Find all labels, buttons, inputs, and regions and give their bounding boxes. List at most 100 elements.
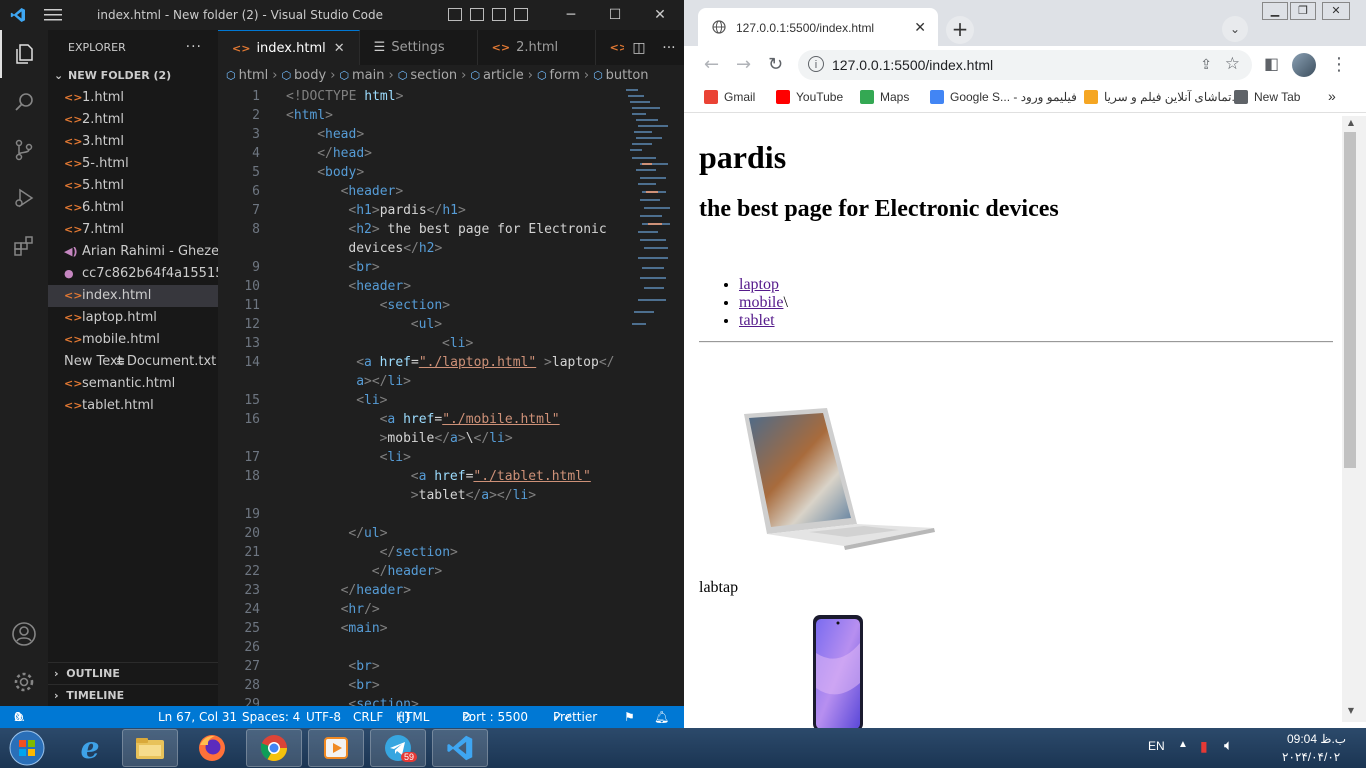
close-button[interactable]: ✕ [645, 4, 675, 26]
close-tab-icon[interactable]: ✕ [914, 19, 926, 36]
bookmark-item[interactable]: Maps [860, 90, 909, 104]
network-warning-icon[interactable]: ▮ [1200, 738, 1208, 755]
toggle-sidebar-icon[interactable] [448, 8, 462, 21]
firefox-icon[interactable] [184, 729, 240, 767]
code-line[interactable]: a></li> [218, 372, 684, 391]
code-line[interactable]: 1 <!DOCTYPE html> [218, 87, 684, 106]
explorer-file-item[interactable]: ≡ New Text Document.txt [48, 351, 218, 373]
vscode-taskbar-icon[interactable] [432, 729, 488, 767]
feedback-icon[interactable]: ⚑ [624, 706, 635, 728]
chrome-menu-icon[interactable]: ⋮ [1330, 54, 1348, 75]
code-line[interactable]: 9 <br> [218, 258, 684, 277]
code-line[interactable]: 17 <li> [218, 448, 684, 467]
code-line[interactable]: >tablet</a></li> [218, 486, 684, 505]
nav-link[interactable]: mobile [739, 294, 783, 311]
source-control-icon[interactable] [0, 126, 48, 174]
restore-button[interactable]: ❐ [1290, 2, 1316, 20]
code-line[interactable]: 26 [218, 638, 684, 657]
run-debug-icon[interactable] [0, 174, 48, 222]
tab-settings[interactable]: ☰ Settings [360, 30, 478, 65]
accounts-icon[interactable] [0, 610, 48, 658]
code-line[interactable]: 8 <h2> the best page for Electronic [218, 220, 684, 239]
line-ending[interactable]: CRLF [353, 706, 383, 728]
explorer-file-item[interactable]: ● cc7c862b64f4a15515... [48, 263, 218, 285]
code-line[interactable]: 4 </head> [218, 144, 684, 163]
share-icon[interactable]: ⇪ [1200, 56, 1212, 73]
code-editor[interactable]: 1 <!DOCTYPE html> 2 <html> 3 <head> 4 </head> 5 <… [218, 87, 684, 706]
code-line[interactable]: 23 </header> [218, 581, 684, 600]
media-player-icon[interactable] [308, 729, 364, 767]
explorer-file-item[interactable]: <>3.html [48, 131, 218, 153]
customize-layout-icon[interactable] [514, 8, 528, 21]
bookmark-item[interactable]: تماشای آنلاین فیلم و سریا... [1084, 90, 1241, 104]
address-bar[interactable]: i 127.0.0.1:5500/index.html ⇪ ☆ [798, 50, 1252, 80]
explorer-file-item[interactable]: <>index.html [48, 285, 218, 307]
code-line[interactable]: 22 </header> [218, 562, 684, 581]
browser-tab[interactable]: 127.0.0.1:5500/index.html ✕ [698, 8, 938, 46]
nav-link[interactable]: laptop [739, 276, 779, 293]
scrollbar-thumb[interactable] [1344, 132, 1356, 468]
bookmark-item[interactable]: Google S... - فیلیمو ورود [930, 90, 1077, 104]
bookmark-star-icon[interactable]: ☆ [1225, 54, 1240, 74]
profile-avatar[interactable] [1292, 53, 1316, 77]
code-line[interactable]: 29 <section> [218, 695, 684, 706]
start-button[interactable] [2, 729, 52, 767]
close-button[interactable]: ✕ [1322, 2, 1350, 20]
telegram-icon[interactable]: 59 [370, 729, 426, 767]
code-line[interactable]: 2 <html> [218, 106, 684, 125]
explorer-file-item[interactable]: <>6.html [48, 197, 218, 219]
breadcrumb-item[interactable]: body [294, 68, 326, 83]
breadcrumb-item[interactable]: section [410, 68, 457, 83]
code-line[interactable]: 6 <header> [218, 182, 684, 201]
clock-date[interactable]: ۲۰۲۴/۰۴/۰۲ [1282, 750, 1340, 764]
explorer-file-item[interactable]: <>7.html [48, 219, 218, 241]
outline-section[interactable]: › OUTLINE [48, 662, 218, 684]
minimap[interactable] [626, 87, 670, 337]
breadcrumb-item[interactable]: form [550, 68, 580, 83]
extensions-icon[interactable] [0, 222, 48, 270]
toggle-panel-icon[interactable] [470, 8, 484, 21]
manage-gear-icon[interactable] [0, 658, 48, 706]
bookmark-item[interactable]: New Tab [1234, 90, 1300, 104]
explorer-file-item[interactable]: <>1.html [48, 87, 218, 109]
folder-header[interactable]: ⌄ NEW FOLDER (2) [48, 65, 218, 87]
explorer-file-item[interactable]: <>laptop.html [48, 307, 218, 329]
search-icon[interactable] [0, 78, 48, 126]
explorer-file-item[interactable]: <>mobile.html [48, 329, 218, 351]
url-text[interactable]: 127.0.0.1:5500/index.html [832, 57, 993, 73]
cursor-position[interactable]: Ln 67, Col 31 [158, 706, 237, 728]
forward-arrow-icon[interactable]: → [736, 54, 751, 75]
more-bookmarks-chevron-icon[interactable]: » [1328, 88, 1336, 104]
file-explorer-icon[interactable] [122, 729, 178, 767]
scroll-down-icon[interactable]: ▼ [1344, 706, 1358, 715]
toggle-secondary-sidebar-icon[interactable] [492, 8, 506, 21]
code-line[interactable]: 5 <body> [218, 163, 684, 182]
code-line[interactable]: 20 </ul> [218, 524, 684, 543]
code-line[interactable]: 3 <head> [218, 125, 684, 144]
code-line[interactable]: devices</h2> [218, 239, 684, 258]
side-panel-icon[interactable]: ◧ [1264, 54, 1279, 73]
tab-2-html[interactable]: <> 2.html [478, 30, 596, 65]
breadcrumb-item[interactable]: article [483, 68, 524, 83]
breadcrumb-item[interactable]: html [239, 68, 269, 83]
code-line[interactable]: 14 <a href="./laptop.html" >laptop</ [218, 353, 684, 372]
code-line[interactable]: 21 </section> [218, 543, 684, 562]
nav-link[interactable]: tablet [739, 312, 775, 329]
code-line[interactable]: 28 <br> [218, 676, 684, 695]
explorer-file-item[interactable]: ◀) Arian Rahimi - Ghezel... [48, 241, 218, 263]
explorer-file-item[interactable]: <>2.html [48, 109, 218, 131]
explorer-file-item[interactable]: <>5-.html [48, 153, 218, 175]
chrome-icon[interactable] [246, 729, 302, 767]
notifications-bell-icon[interactable]: 🔔︎ [654, 706, 669, 728]
code-line[interactable]: 15 <li> [218, 391, 684, 410]
code-line[interactable]: 7 <h1>pardis</h1> [218, 201, 684, 220]
internet-explorer-icon[interactable]: e [62, 729, 118, 767]
bookmark-item[interactable]: YouTube [776, 90, 843, 104]
tab-index-html[interactable]: <> index.html ✕ [218, 30, 360, 65]
clock-time[interactable]: ب.ظ 09:04 [1287, 732, 1346, 746]
code-line[interactable]: 25 <main> [218, 619, 684, 638]
code-line[interactable]: 16 <a href="./mobile.html" [218, 410, 684, 429]
minimize-button[interactable]: ▁ [1262, 2, 1288, 20]
close-icon[interactable]: ✕ [334, 41, 345, 56]
more-actions-icon[interactable]: ··· [662, 40, 675, 56]
